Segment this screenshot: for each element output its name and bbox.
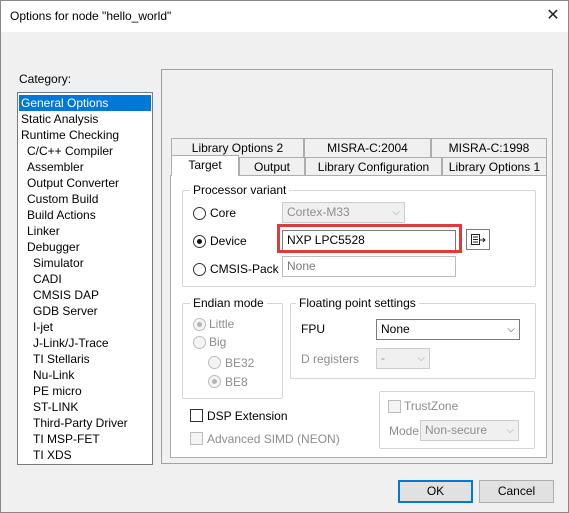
category-item[interactable]: General Options	[19, 95, 151, 111]
dsp-extension-checkbox[interactable]	[190, 409, 203, 422]
category-label: Category:	[19, 72, 72, 86]
little-radio[interactable]	[193, 318, 206, 331]
chevron-down-icon: ⌵	[506, 425, 514, 436]
category-item[interactable]: Nu-Link	[19, 367, 76, 383]
fpu-label: FPU	[301, 322, 325, 336]
advanced-simd-checkbox[interactable]	[190, 432, 203, 445]
endian-mode-label: Endian mode	[190, 296, 267, 310]
ok-button[interactable]: OK	[398, 480, 473, 503]
trustzone-label: TrustZone	[404, 399, 459, 413]
d-registers-label: D registers	[301, 352, 360, 366]
window-title: Options for node "hello_world"	[10, 9, 172, 23]
category-item[interactable]: Linker	[19, 223, 62, 239]
options-dialog: Options for node "hello_world" ✕ Categor…	[0, 0, 569, 513]
be32-radio[interactable]	[208, 356, 221, 369]
be8-label: BE8	[225, 375, 248, 389]
category-item[interactable]: ST-LINK	[19, 399, 80, 415]
fpu-select-value: None	[381, 322, 410, 336]
core-select[interactable]: Cortex-M33 ⌵	[282, 202, 405, 223]
category-item[interactable]: CMSIS DAP	[19, 287, 101, 303]
device-picker-icon	[471, 234, 486, 245]
chevron-down-icon: ⌵	[417, 353, 425, 364]
d-registers-value: -	[381, 351, 385, 365]
category-item[interactable]: Simulator	[19, 255, 86, 271]
close-icon[interactable]: ✕	[542, 5, 564, 27]
little-label: Little	[209, 317, 235, 331]
floating-point-label: Floating point settings	[296, 296, 419, 310]
trustzone-checkbox[interactable]	[388, 400, 401, 413]
core-label: Core	[210, 206, 237, 220]
processor-variant-label: Processor variant	[190, 183, 290, 197]
category-item[interactable]: Assembler	[19, 159, 86, 175]
fpu-select[interactable]: None ⌵	[376, 319, 520, 340]
cmsis-pack-radio[interactable]	[193, 263, 206, 276]
tab-output[interactable]: Output	[239, 157, 305, 176]
category-item[interactable]: TI XDS	[19, 447, 74, 463]
device-label: Device	[210, 234, 247, 248]
d-registers-select[interactable]: - ⌵	[376, 348, 430, 369]
category-item[interactable]: TI MSP-FET	[19, 431, 102, 447]
category-item[interactable]: Static Analysis	[19, 111, 100, 127]
device-radio[interactable]	[193, 235, 206, 248]
device-select-button[interactable]	[466, 229, 490, 250]
device-highlight-box	[277, 224, 462, 253]
mode-select[interactable]: Non-secure ⌵	[420, 420, 519, 441]
title-bar: Options for node "hello_world" ✕	[1, 1, 568, 32]
category-item[interactable]: CADI	[19, 271, 64, 287]
category-item[interactable]: Build Actions	[19, 207, 98, 223]
category-item[interactable]: J-Link/J-Trace	[19, 335, 111, 351]
chevron-down-icon: ⌵	[507, 324, 515, 335]
core-radio[interactable]	[193, 207, 206, 220]
category-item[interactable]: Custom Build	[19, 191, 100, 207]
tab-misra-c-2004[interactable]: MISRA-C:2004	[304, 138, 431, 157]
dsp-extension-label: DSP Extension	[207, 409, 288, 423]
tab-library-configuration[interactable]: Library Configuration	[305, 157, 442, 176]
category-item[interactable]: I-jet	[19, 319, 55, 335]
category-item[interactable]: Debugger	[19, 239, 82, 255]
big-label: Big	[209, 335, 227, 349]
mode-select-value: Non-secure	[425, 423, 488, 437]
category-item[interactable]: Runtime Checking	[19, 127, 121, 143]
advanced-simd-label: Advanced SIMD (NEON)	[207, 432, 340, 446]
category-item[interactable]: PE micro	[19, 383, 84, 399]
tab-misra-c-1998[interactable]: MISRA-C:1998	[431, 138, 547, 157]
category-list[interactable]: General Options Static Analysis Runtime …	[17, 92, 153, 465]
cancel-button[interactable]: Cancel	[479, 480, 554, 503]
chevron-down-icon: ⌵	[392, 207, 400, 218]
category-item[interactable]: TI Stellaris	[19, 351, 92, 367]
cmsis-pack-field[interactable]: None	[282, 256, 456, 277]
category-item[interactable]: Output Converter	[19, 175, 121, 191]
category-item[interactable]: GDB Server	[19, 303, 100, 319]
core-select-value: Cortex-M33	[287, 205, 350, 219]
category-item[interactable]: Third-Party Driver	[19, 415, 130, 431]
big-radio[interactable]	[193, 336, 206, 349]
tab-target[interactable]: Target	[171, 155, 239, 176]
be32-label: BE32	[225, 356, 255, 370]
cmsis-pack-label: CMSIS-Pack	[210, 262, 279, 276]
mode-label: Mode	[389, 424, 420, 438]
tab-library-options-1[interactable]: Library Options 1	[442, 157, 547, 176]
category-item[interactable]: C/C++ Compiler	[19, 143, 115, 159]
be8-radio[interactable]	[208, 375, 221, 388]
